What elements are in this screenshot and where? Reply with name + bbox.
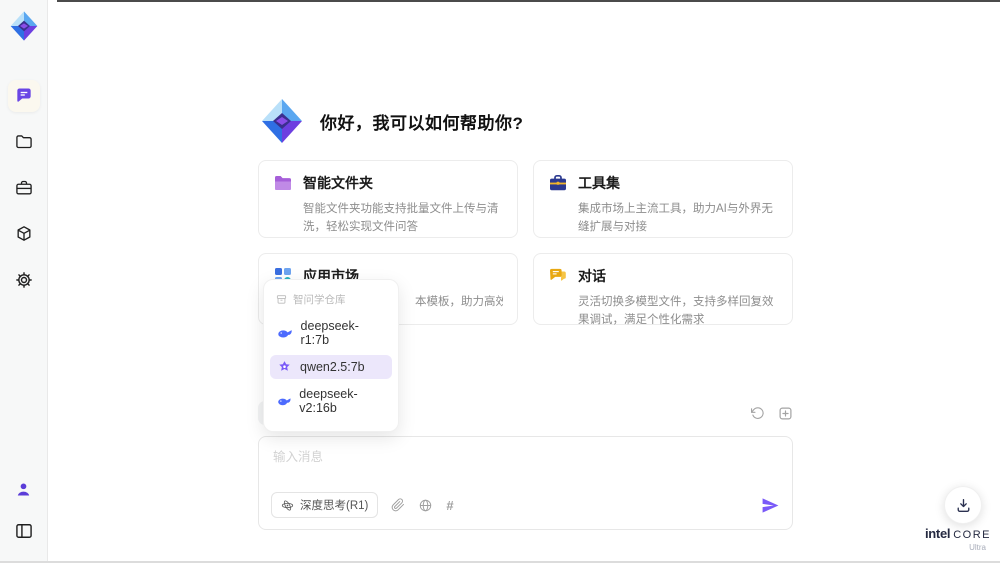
sidebar-item-toolset[interactable]	[8, 172, 40, 204]
card-description: 集成市场上主流工具，助力AI与外界无缝扩展与对接	[578, 203, 773, 234]
sidebar-bottom	[8, 473, 40, 547]
repo-icon	[276, 295, 287, 304]
briefcase-navy-icon	[550, 174, 566, 191]
deepseek-whale-icon	[278, 329, 292, 338]
sidebar-item-settings[interactable]	[8, 264, 40, 296]
message-input[interactable]	[259, 437, 792, 477]
download-icon	[957, 498, 969, 512]
atom-icon	[281, 499, 294, 511]
chat-icon	[16, 88, 31, 102]
sidebar-item-account[interactable]	[8, 473, 40, 505]
folder-purple-icon	[275, 176, 291, 190]
chat-gold-icon	[550, 268, 566, 281]
logo-diamond-icon	[10, 11, 37, 41]
deep-think-label: 深度思考(R1)	[300, 500, 369, 512]
greeting-logo-icon	[262, 99, 302, 143]
card-title: 智能文件夹	[303, 175, 373, 191]
new-chat-icon	[779, 406, 792, 419]
intel-product-text: core	[953, 529, 991, 541]
model-option-deepseek-r1[interactable]: deepseek-r1:7b	[270, 314, 392, 352]
model-option-label: qwen2.5:7b	[300, 360, 365, 374]
send-icon	[762, 497, 779, 513]
model-option-label: deepseek-v2:16b	[299, 387, 358, 415]
window-top-edge	[57, 0, 1000, 2]
cube-icon	[17, 226, 31, 241]
intel-brand-text: intel	[924, 526, 951, 541]
card-conversation[interactable]: 对话 灵活切换多模型文件，支持多样回复效果调试，满足个性化需求	[533, 253, 793, 326]
model-dropdown: 智问学仓库 deepseek-r1:7b qwen2.5:7b deepseek…	[263, 279, 399, 432]
topic-hash-button[interactable]: #	[446, 498, 453, 513]
globe-icon	[420, 499, 432, 511]
card-smart-folder[interactable]: 智能文件夹 智能文件夹功能支持批量文件上传与清洗，轻松实现文件问答	[258, 160, 518, 238]
new-chat-button[interactable]	[778, 406, 793, 421]
sidebar-item-chat[interactable]	[7, 80, 40, 112]
sidebar-item-models[interactable]	[8, 218, 40, 250]
sidebar-item-folders[interactable]	[8, 126, 40, 158]
model-option-label: deepseek-r1:7b	[300, 319, 359, 347]
card-description: 本模板，助力高效生成多	[415, 296, 503, 308]
message-input-box: 深度思考(R1) #	[258, 436, 793, 530]
model-dropdown-header: 智问学仓库	[264, 286, 398, 311]
send-button[interactable]	[761, 496, 780, 515]
app-window: 你好，我可以如何帮助你? 智能文件夹 智能文件夹功能支持批量文件上传与清洗，轻松…	[0, 0, 1000, 563]
model-option-deepseek-v2[interactable]: deepseek-v2:16b	[270, 382, 392, 420]
card-title: 对话	[578, 268, 606, 284]
settings-icon	[15, 272, 32, 288]
input-toolbar: 深度思考(R1) #	[271, 492, 780, 518]
sidebar-nav	[7, 80, 40, 296]
intel-tier-text: Ultra	[969, 543, 986, 552]
paperclip-icon	[392, 498, 405, 512]
collapse-panel-icon	[15, 524, 32, 538]
greeting-block: 你好，我可以如何帮助你?	[258, 97, 523, 145]
qwen-icon	[279, 361, 290, 371]
folder-icon	[15, 135, 32, 149]
model-option-qwen[interactable]: qwen2.5:7b	[270, 355, 392, 379]
deepseek-whale-icon	[278, 397, 291, 405]
user-icon	[17, 482, 30, 496]
web-search-button[interactable]	[418, 498, 433, 513]
history-button[interactable]	[750, 406, 765, 421]
sidebar-item-collapse[interactable]	[8, 515, 40, 547]
deep-think-toggle[interactable]: 深度思考(R1)	[271, 492, 379, 518]
card-description: 灵活切换多模型文件，支持多样回复效果调试，满足个性化需求	[578, 296, 774, 327]
intel-core-ultra-badge: intel core Ultra	[920, 526, 996, 552]
model-dropdown-header-label: 智问学仓库	[293, 294, 346, 306]
download-fab[interactable]	[944, 486, 982, 524]
card-description: 智能文件夹功能支持批量文件上传与清洗，轻松实现文件问答	[303, 203, 499, 234]
conversation-tools	[750, 406, 793, 421]
toolbox-icon	[15, 180, 32, 195]
card-toolset[interactable]: 工具集 集成市场上主流工具，助力AI与外界无缝扩展与对接	[533, 160, 793, 238]
history-icon	[751, 406, 764, 419]
app-logo[interactable]	[8, 10, 40, 42]
attach-file-button[interactable]	[391, 498, 405, 512]
card-title: 工具集	[578, 175, 620, 191]
greeting-text: 你好，我可以如何帮助你?	[320, 113, 524, 133]
sidebar	[0, 0, 48, 561]
